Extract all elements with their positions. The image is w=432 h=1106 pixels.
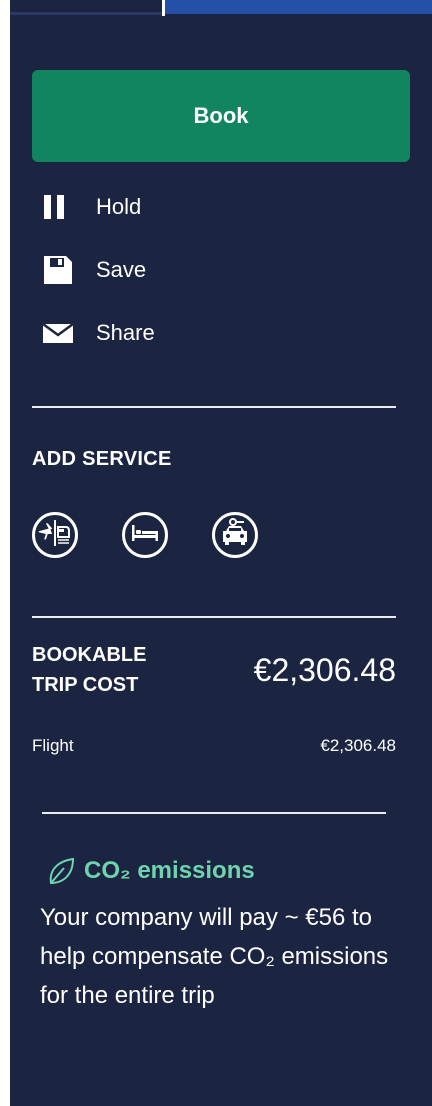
tab-underline — [10, 12, 162, 15]
hold-action[interactable]: Hold — [42, 190, 141, 224]
cost-label-line1: BOOKABLE — [32, 644, 147, 666]
envelope-icon — [42, 316, 76, 350]
pause-icon — [42, 190, 76, 224]
share-label: Share — [96, 320, 155, 345]
save-label: Save — [96, 257, 147, 282]
divider — [32, 406, 396, 408]
book-button[interactable]: Book — [32, 70, 410, 162]
co2-title: CO₂ emissions — [46, 856, 255, 886]
divider — [42, 812, 386, 814]
add-service-title: ADD SERVICE — [32, 448, 172, 470]
trip-cost-total: €2,306.48 — [253, 652, 396, 688]
save-action[interactable]: Save — [42, 253, 146, 287]
car-rental-icon — [220, 517, 250, 554]
tab-strip — [10, 0, 432, 16]
floppy-disk-icon — [42, 253, 76, 287]
cost-label-line2: TRIP COST — [32, 674, 139, 696]
trip-summary-panel: Book Hold Save Share ADD SERVICE BOOKABL… — [10, 0, 432, 1106]
share-action[interactable]: Share — [42, 316, 155, 350]
add-hotel-button[interactable] — [122, 512, 168, 558]
co2-title-text: CO₂ emissions — [84, 857, 255, 884]
add-car-button[interactable] — [212, 512, 258, 558]
line-item-label: Flight — [32, 736, 74, 755]
co2-description: Your company will pay ~ €56 to help comp… — [40, 904, 389, 1009]
divider — [32, 616, 396, 618]
add-flight-train-button[interactable] — [32, 512, 78, 558]
flight-train-icon — [38, 516, 72, 555]
leaf-icon — [46, 856, 76, 886]
hold-label: Hold — [96, 194, 142, 219]
bookable-trip-cost-label: BOOKABLE TRIP COST — [32, 640, 202, 700]
line-item-amount: €2,306.48 — [320, 736, 396, 755]
tab-segment-right[interactable] — [165, 0, 432, 14]
hotel-bed-icon — [130, 521, 160, 550]
